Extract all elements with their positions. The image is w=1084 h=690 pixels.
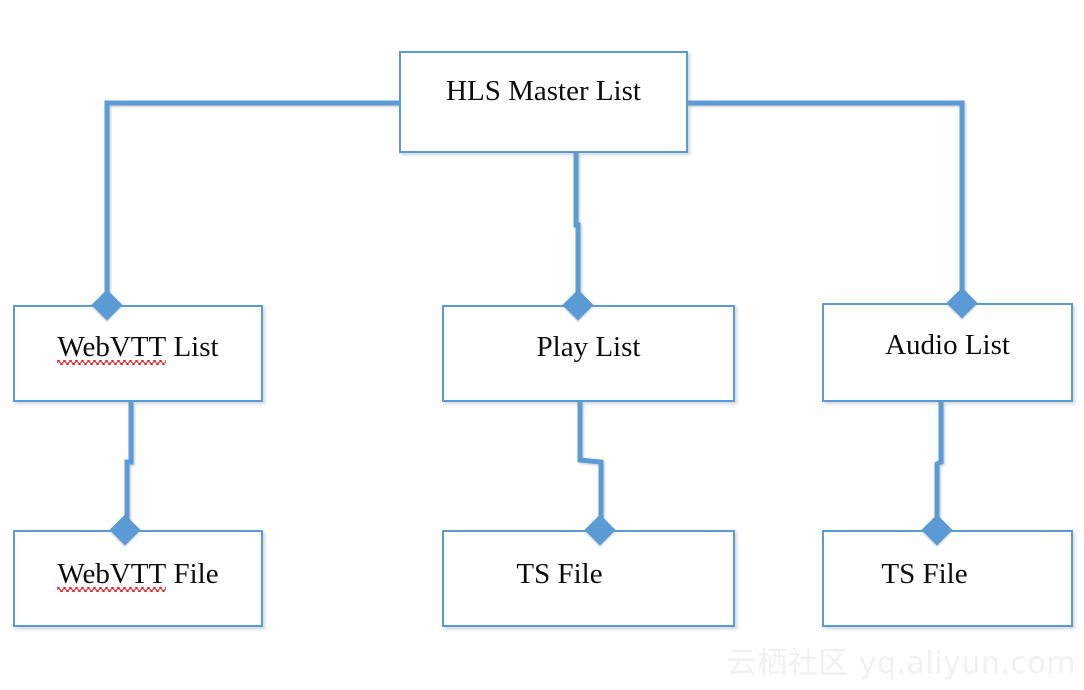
spellcheck-misspelled-word: WebVTT [57, 331, 167, 365]
node-webvtt-file[interactable]: WebVTT File [13, 530, 263, 627]
node-webvtt-list[interactable]: WebVTT List [13, 305, 263, 402]
node-hls-master-list[interactable]: HLS Master List [399, 51, 688, 153]
spellcheck-misspelled-word: WebVTT [57, 558, 167, 592]
node-label-webvtt-file-suffix: File [166, 558, 219, 590]
edge-master-to-audio-list [688, 100, 965, 303]
node-audio-list[interactable]: Audio List [822, 303, 1073, 402]
node-play-list[interactable]: Play List [442, 305, 735, 402]
edge-master-to-play-list [573, 153, 581, 305]
edge-play-list-to-ts-file [577, 402, 604, 530]
edge-audio-list-to-ts-file [934, 402, 944, 530]
node-label-webvtt-list-suffix: List [166, 331, 219, 363]
node-ts-file-play[interactable]: TS File [442, 530, 735, 627]
node-label-webvtt-file: WebVTT File [15, 532, 261, 592]
node-label-ts-file-audio: TS File [881, 558, 968, 590]
node-label-hls-master-list: HLS Master List [446, 75, 641, 107]
node-label-ts-file-play: TS File [516, 558, 603, 590]
diagram-canvas: HLS Master List WebVTT List Play List Au… [0, 0, 1084, 690]
watermark-url-text: yq.aliyun.com [858, 646, 1076, 681]
watermark-cn-text: 云栖社区 [726, 646, 849, 681]
node-label-play-list: Play List [536, 331, 641, 363]
node-label-audio-list: Audio List [885, 329, 1010, 361]
node-label-webvtt-list: WebVTT List [15, 307, 261, 365]
edge-master-to-webvtt-list [104, 100, 399, 305]
edge-webvtt-list-to-webvtt-file [124, 402, 134, 530]
watermark: 云栖社区 yq.aliyun.com [727, 638, 1076, 682]
node-ts-file-audio[interactable]: TS File [822, 530, 1073, 627]
